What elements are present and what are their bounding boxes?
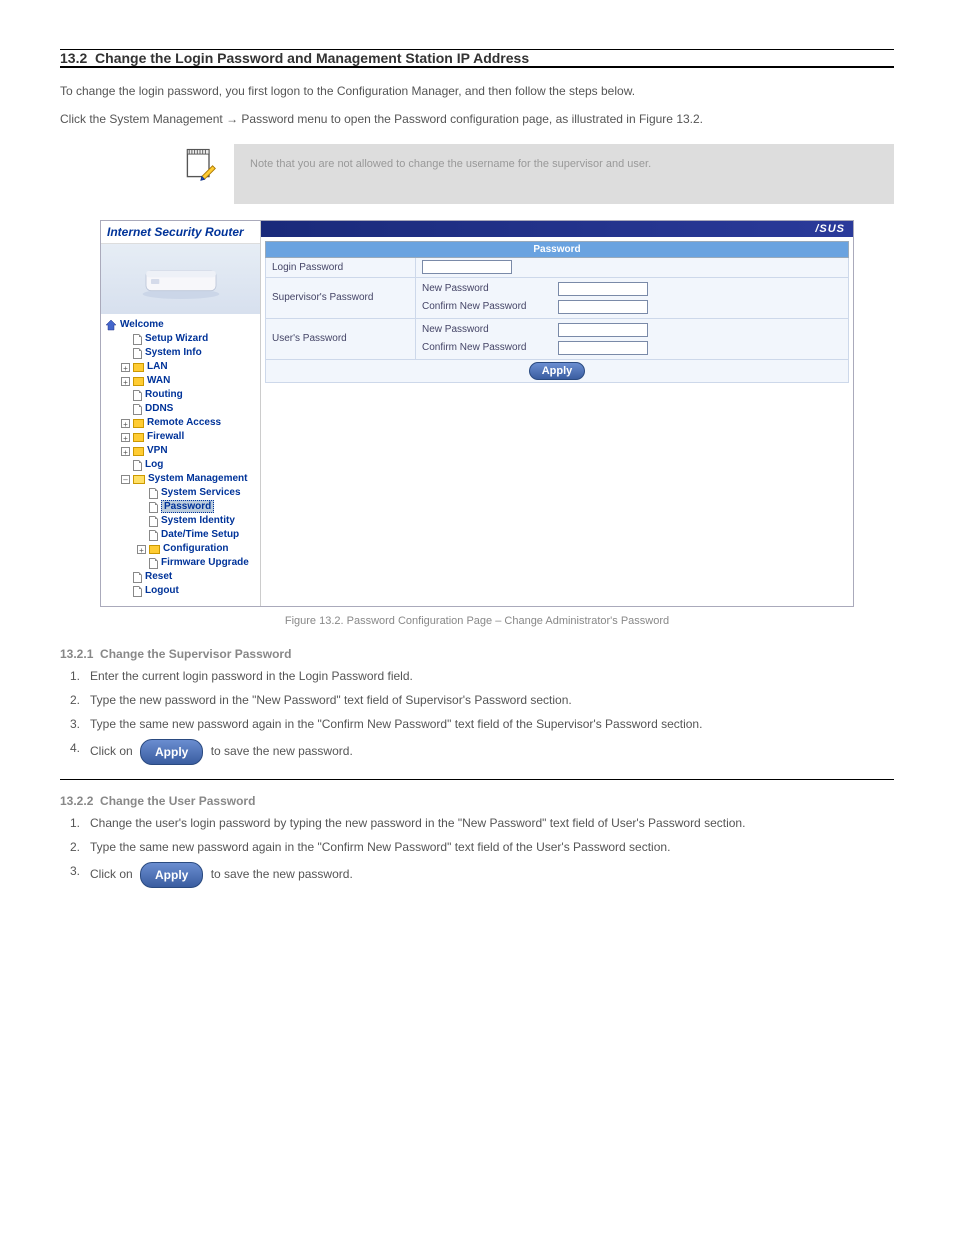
tree-system-info[interactable]: System Info bbox=[103, 346, 258, 360]
file-icon bbox=[133, 348, 142, 359]
note-block: Note that you are not allowed to change … bbox=[60, 144, 894, 204]
expand-icon[interactable]: + bbox=[121, 419, 130, 428]
step-1-3: 3.Type the same new password again in th… bbox=[60, 715, 894, 733]
tree-ddns[interactable]: DDNS bbox=[103, 402, 258, 416]
step-1-4: 4.Click on Apply to save the new passwor… bbox=[60, 739, 894, 765]
router-sidebar: Internet Security Router Welcome Setup W… bbox=[101, 221, 261, 606]
folder-open-icon bbox=[133, 475, 145, 484]
supervisor-new-password-input[interactable] bbox=[558, 282, 648, 296]
intro-paragraph-2: Click the System Management → Password m… bbox=[60, 110, 894, 128]
file-icon bbox=[133, 334, 142, 345]
notepad-icon bbox=[180, 144, 220, 184]
step-2-1: 1.Change the user's login password by ty… bbox=[60, 814, 894, 832]
step-2-3: 3.Click on Apply to save the new passwor… bbox=[60, 862, 894, 888]
tree-setup-wizard[interactable]: Setup Wizard bbox=[103, 332, 258, 346]
folder-icon bbox=[133, 363, 144, 372]
tree-password[interactable]: Password bbox=[103, 500, 258, 514]
file-icon bbox=[149, 488, 158, 499]
tree-welcome[interactable]: Welcome bbox=[103, 318, 258, 332]
file-icon bbox=[133, 404, 142, 415]
folder-icon bbox=[133, 447, 144, 456]
user-confirm-password-input[interactable] bbox=[558, 341, 648, 355]
file-icon bbox=[149, 516, 158, 527]
router-ui-screenshot: Internet Security Router Welcome Setup W… bbox=[100, 220, 854, 607]
file-icon bbox=[133, 390, 142, 401]
section-heading: 13.2 Change the Login Password and Manag… bbox=[60, 50, 894, 66]
divider bbox=[60, 779, 894, 780]
divider bbox=[60, 66, 894, 68]
tree-log[interactable]: Log bbox=[103, 458, 258, 472]
tree-vpn[interactable]: +VPN bbox=[103, 444, 258, 458]
file-icon bbox=[133, 460, 142, 471]
intro-paragraph-1: To change the login password, you first … bbox=[60, 82, 894, 100]
tree-system-management[interactable]: –System Management bbox=[103, 472, 258, 486]
tree-lan[interactable]: +LAN bbox=[103, 360, 258, 374]
router-device-image bbox=[101, 244, 260, 314]
tree-system-services[interactable]: System Services bbox=[103, 486, 258, 500]
step-2-2: 2.Type the same new password again in th… bbox=[60, 838, 894, 856]
login-password-label: Login Password bbox=[266, 258, 416, 278]
expand-icon[interactable]: + bbox=[121, 363, 130, 372]
router-main-panel: /SUS Password Login Password Supervisor'… bbox=[261, 221, 853, 606]
table-title: Password bbox=[266, 242, 849, 258]
user-password-label: User's Password bbox=[266, 318, 416, 359]
file-icon bbox=[133, 572, 142, 583]
file-icon bbox=[149, 530, 158, 541]
tree-reset[interactable]: Reset bbox=[103, 570, 258, 584]
confirm-password-label: Confirm New Password bbox=[422, 301, 552, 312]
tree-firmware-upgrade[interactable]: Firmware Upgrade bbox=[103, 556, 258, 570]
user-new-password-input[interactable] bbox=[558, 323, 648, 337]
apply-button-inline: Apply bbox=[140, 739, 203, 765]
tree-wan[interactable]: +WAN bbox=[103, 374, 258, 388]
note-text: Note that you are not allowed to change … bbox=[234, 144, 894, 204]
apply-button[interactable]: Apply bbox=[529, 362, 586, 380]
asus-logo: /SUS bbox=[815, 223, 845, 235]
login-password-input[interactable] bbox=[422, 260, 512, 274]
apply-button-inline: Apply bbox=[140, 862, 203, 888]
folder-icon bbox=[133, 377, 144, 386]
password-config-table: Password Login Password Supervisor's Pas… bbox=[265, 241, 849, 383]
tree-remote-access[interactable]: +Remote Access bbox=[103, 416, 258, 430]
folder-icon bbox=[133, 433, 144, 442]
file-icon bbox=[149, 502, 158, 513]
expand-icon[interactable]: + bbox=[121, 377, 130, 386]
figure-caption: Figure 13.2. Password Configuration Page… bbox=[60, 615, 894, 627]
router-brand: Internet Security Router bbox=[101, 221, 260, 244]
confirm-password-label: Confirm New Password bbox=[422, 342, 552, 353]
tree-routing[interactable]: Routing bbox=[103, 388, 258, 402]
tree-system-identity[interactable]: System Identity bbox=[103, 514, 258, 528]
subsection-1-heading: 13.2.1 Change the Supervisor Password bbox=[60, 647, 894, 661]
page-header bbox=[60, 20, 894, 50]
step-1-1: 1.Enter the current login password in th… bbox=[60, 667, 894, 685]
home-icon bbox=[105, 319, 117, 331]
tree-logout[interactable]: Logout bbox=[103, 584, 258, 598]
supervisor-password-label: Supervisor's Password bbox=[266, 277, 416, 318]
subsection-2-heading: 13.2.2 Change the User Password bbox=[60, 794, 894, 808]
new-password-label: New Password bbox=[422, 283, 552, 294]
tree-datetime-setup[interactable]: Date/Time Setup bbox=[103, 528, 258, 542]
expand-icon[interactable]: + bbox=[137, 545, 146, 554]
tree-configuration[interactable]: +Configuration bbox=[103, 542, 258, 556]
folder-icon bbox=[149, 545, 160, 554]
tree-firewall[interactable]: +Firewall bbox=[103, 430, 258, 444]
file-icon bbox=[149, 558, 158, 569]
nav-tree: Welcome Setup Wizard System Info +LAN +W… bbox=[101, 314, 260, 606]
file-icon bbox=[133, 586, 142, 597]
supervisor-confirm-password-input[interactable] bbox=[558, 300, 648, 314]
expand-icon[interactable]: + bbox=[121, 433, 130, 442]
expand-icon[interactable]: + bbox=[121, 447, 130, 456]
collapse-icon[interactable]: – bbox=[121, 475, 130, 484]
router-topbar: /SUS bbox=[261, 221, 853, 237]
new-password-label: New Password bbox=[422, 324, 552, 335]
folder-icon bbox=[133, 419, 144, 428]
step-1-2: 2.Type the new password in the "New Pass… bbox=[60, 691, 894, 709]
